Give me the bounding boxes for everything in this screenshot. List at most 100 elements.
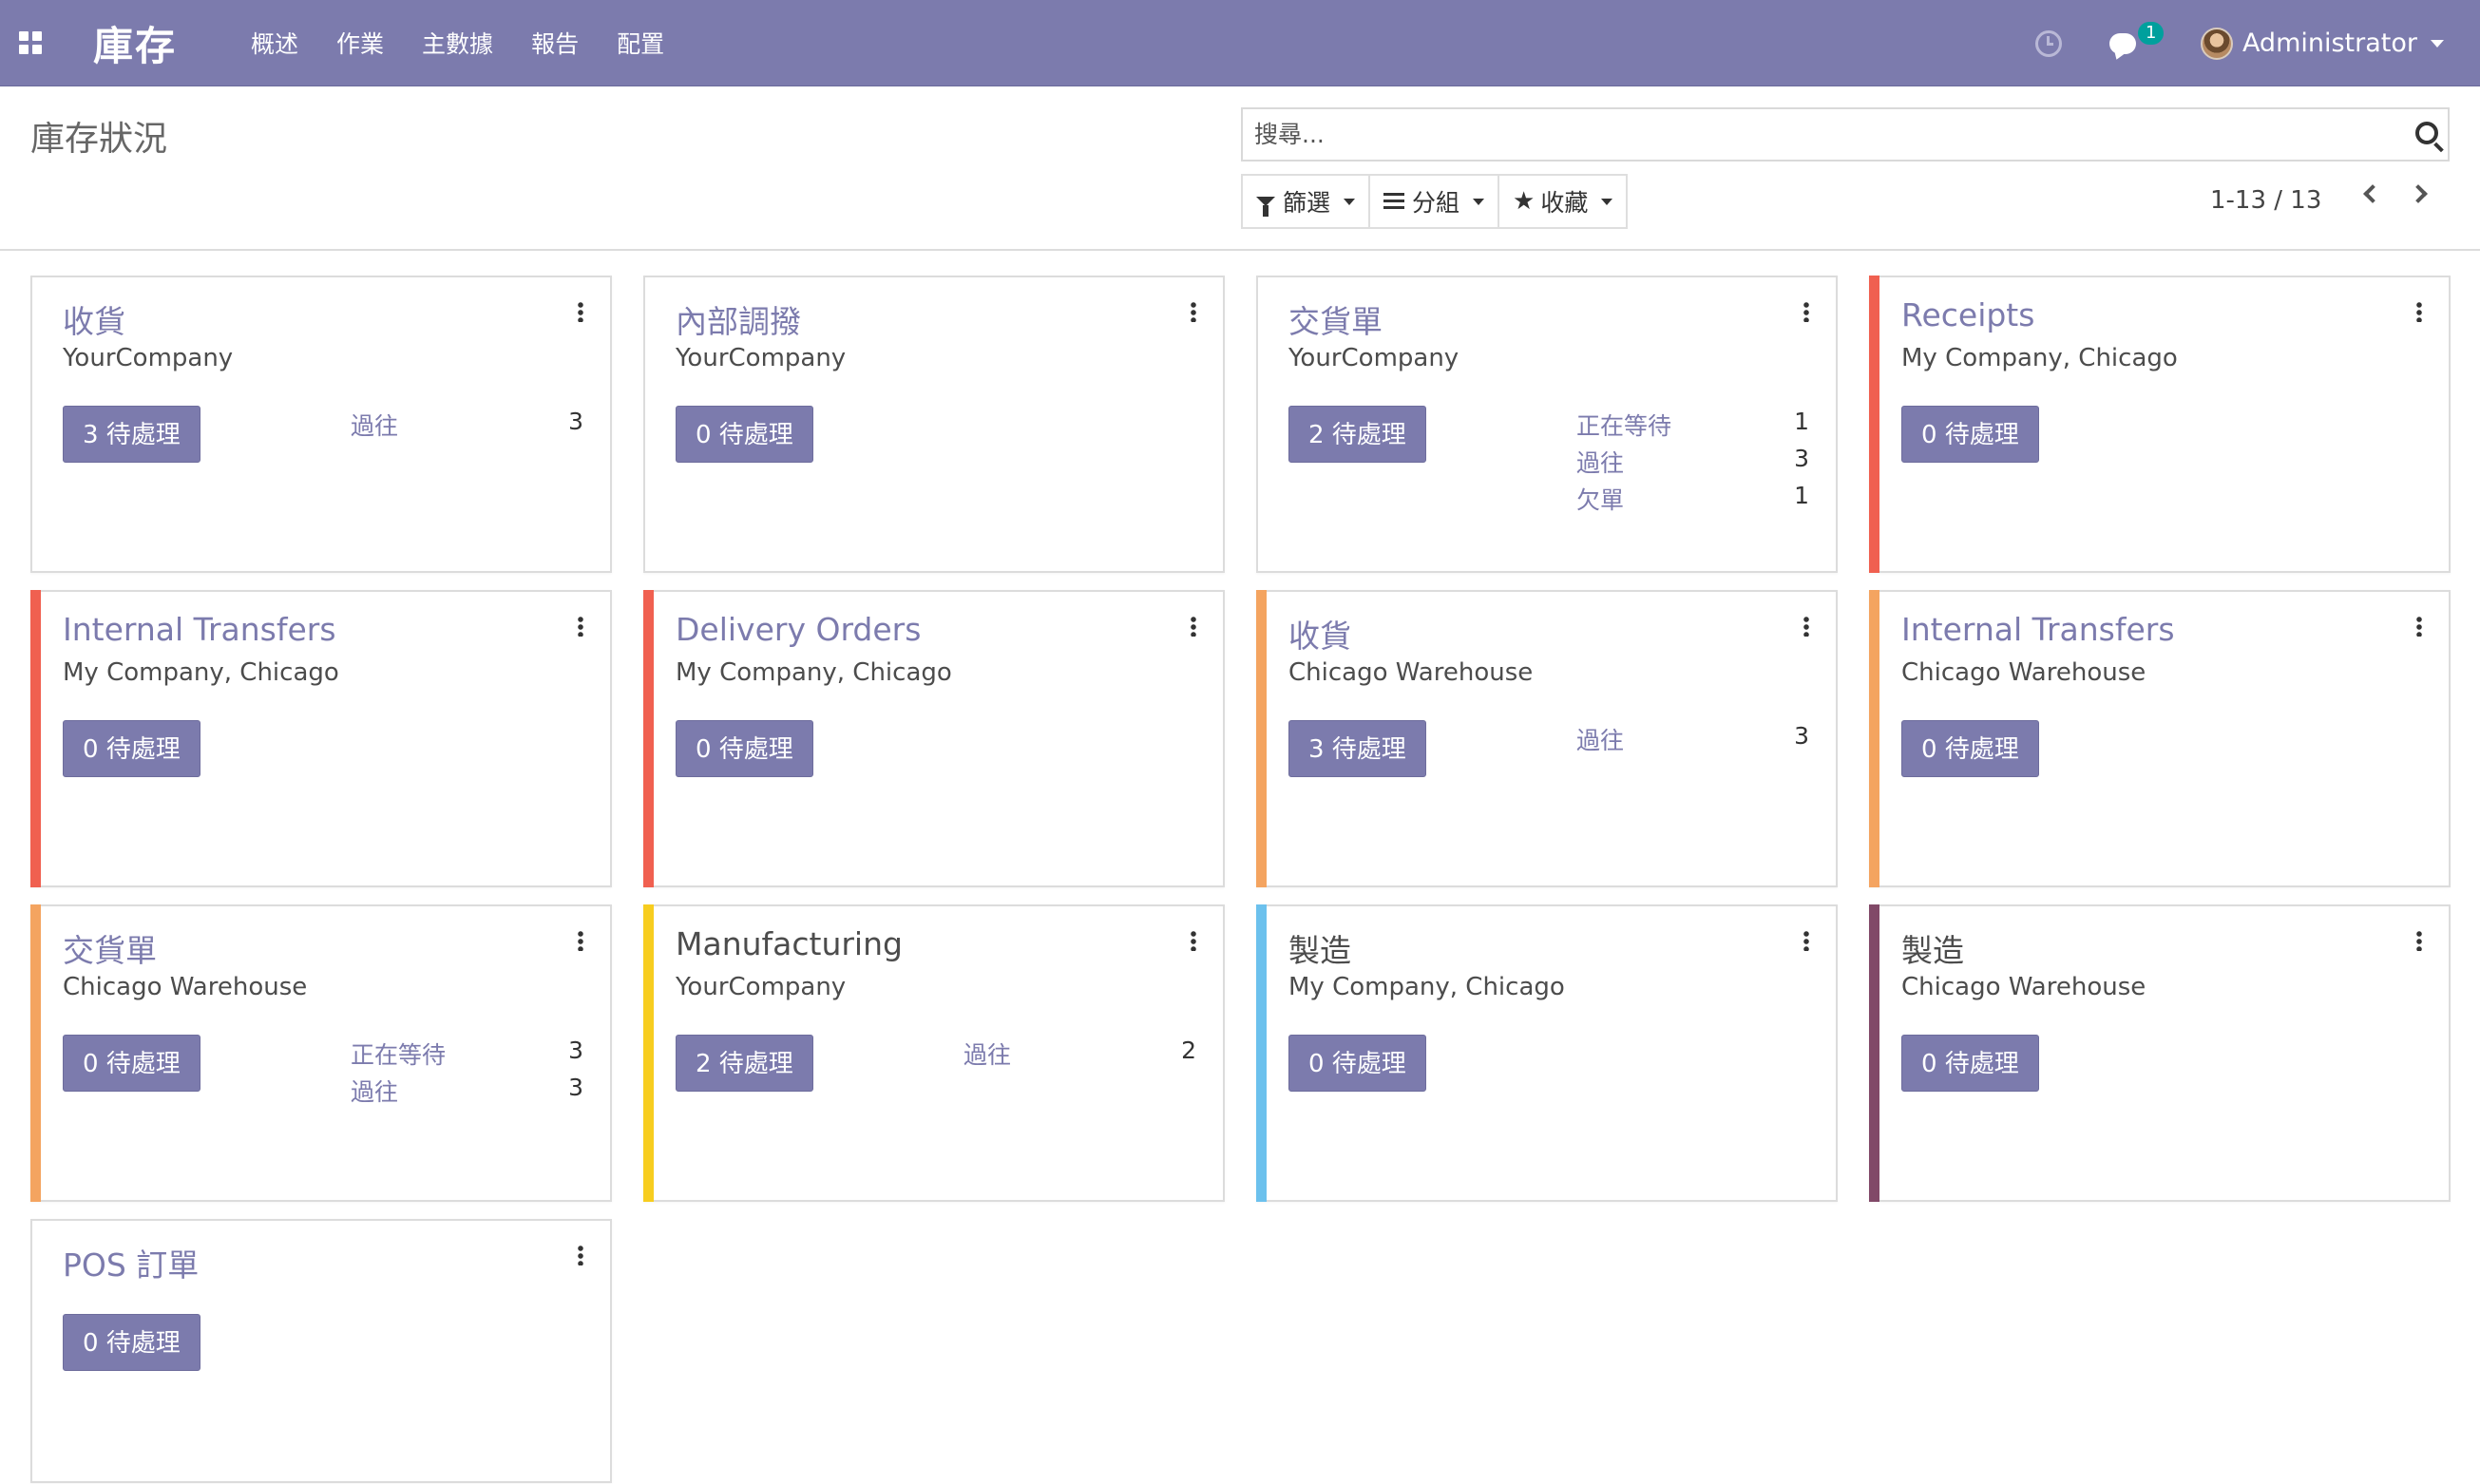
to-process-button[interactable]: 0 待處理 — [1901, 406, 2039, 463]
kebab-menu-icon[interactable] — [1191, 301, 1196, 322]
menu-reporting[interactable]: 報告 — [531, 26, 579, 60]
chevron-left-icon[interactable] — [2363, 184, 2382, 203]
card-title[interactable]: 製造 — [1288, 925, 1351, 971]
filter-button[interactable]: 篩選 — [1241, 174, 1371, 229]
card-title[interactable]: 收貨 — [63, 296, 125, 342]
operation-type-card[interactable]: 收貨 YourCompany 3 待處理 過往 3 — [30, 276, 612, 573]
menu-configuration[interactable]: 配置 — [617, 26, 664, 60]
operation-type-card[interactable]: 內部調撥 YourCompany 0 待處理 — [643, 276, 1225, 573]
stat-row[interactable]: 正在等待 3 — [351, 1037, 583, 1071]
menu-master-data[interactable]: 主數據 — [422, 26, 493, 60]
search-icon[interactable] — [2415, 122, 2438, 144]
to-process-button[interactable]: 0 待處理 — [1901, 720, 2039, 777]
stat-label[interactable]: 過往 — [351, 408, 398, 442]
to-process-button[interactable]: 3 待處理 — [1288, 720, 1426, 777]
group-by-button[interactable]: 分組 — [1368, 174, 1500, 229]
to-process-button[interactable]: 0 待處理 — [63, 1035, 200, 1092]
kebab-menu-icon[interactable] — [1191, 616, 1196, 637]
card-subtitle: Chicago Warehouse — [1901, 658, 2146, 687]
apps-menu-button[interactable] — [2, 0, 59, 86]
stat-row[interactable]: 過往 3 — [351, 408, 583, 442]
card-title[interactable]: 交貨單 — [1288, 296, 1383, 342]
card-subtitle: My Company, Chicago — [676, 658, 952, 687]
chevron-right-icon[interactable] — [2409, 184, 2428, 203]
kebab-menu-icon[interactable] — [1803, 301, 1809, 322]
stat-label[interactable]: 過往 — [351, 1074, 398, 1108]
to-process-button[interactable]: 2 待處理 — [1288, 406, 1426, 463]
user-name[interactable]: Administrator — [2242, 29, 2417, 58]
kebab-menu-icon[interactable] — [578, 301, 583, 322]
search-input[interactable] — [1243, 109, 2383, 160]
operation-type-card[interactable]: 交貨單 Chicago Warehouse 0 待處理 正在等待 3 過往 3 — [30, 904, 612, 1202]
to-process-button[interactable]: 0 待處理 — [1901, 1035, 2039, 1092]
stat-label[interactable]: 欠單 — [1576, 482, 1624, 516]
card-subtitle: My Company, Chicago — [1288, 973, 1565, 1001]
operation-type-card[interactable]: 交貨單 YourCompany 2 待處理 正在等待 1 過往 3 欠單 1 — [1256, 276, 1838, 573]
card-subtitle: My Company, Chicago — [1901, 344, 2178, 372]
card-title[interactable]: Internal Transfers — [1901, 611, 2175, 648]
menu-overview[interactable]: 概述 — [251, 26, 298, 60]
to-process-button[interactable]: 3 待處理 — [63, 406, 200, 463]
operation-type-card[interactable]: Internal Transfers Chicago Warehouse 0 待處理 — [1869, 590, 2451, 887]
card-title[interactable]: Receipts — [1901, 296, 2034, 333]
operation-type-card[interactable]: POS 訂單 0 待處理 — [30, 1219, 612, 1483]
card-title[interactable]: POS 訂單 — [63, 1240, 199, 1285]
stat-row[interactable]: 過往 3 — [1576, 445, 1809, 479]
operation-type-card[interactable]: Delivery Orders My Company, Chicago 0 待處理 — [643, 590, 1225, 887]
stat-row[interactable]: 正在等待 1 — [1576, 408, 1809, 442]
stat-label[interactable]: 過往 — [1576, 722, 1624, 756]
stat-row[interactable]: 欠單 1 — [1576, 482, 1809, 516]
card-subtitle: Chicago Warehouse — [1901, 973, 2146, 1001]
color-stripe — [1869, 590, 1879, 887]
card-title[interactable]: 內部調撥 — [676, 296, 801, 342]
group-by-label: 分組 — [1412, 189, 1460, 217]
card-title[interactable]: Manufacturing — [676, 925, 903, 962]
to-process-button[interactable]: 0 待處理 — [676, 720, 813, 777]
kebab-menu-icon[interactable] — [1803, 930, 1809, 951]
favorites-button[interactable]: ★ 收藏 — [1498, 174, 1629, 229]
chevron-down-icon — [1473, 198, 1485, 205]
operation-type-card[interactable]: 製造 Chicago Warehouse 0 待處理 — [1869, 904, 2451, 1202]
stat-row[interactable]: 過往 3 — [1576, 722, 1809, 756]
bars-icon — [1383, 193, 1405, 210]
to-process-button[interactable]: 0 待處理 — [676, 406, 813, 463]
card-title[interactable]: 交貨單 — [63, 925, 157, 971]
stat-label[interactable]: 過往 — [1576, 445, 1624, 479]
card-title[interactable]: 收貨 — [1288, 611, 1351, 656]
kebab-menu-icon[interactable] — [1803, 616, 1809, 637]
stat-label[interactable]: 過往 — [963, 1037, 1011, 1071]
card-title[interactable]: Delivery Orders — [676, 611, 921, 648]
stat-label[interactable]: 正在等待 — [1576, 408, 1671, 442]
to-process-button[interactable]: 0 待處理 — [63, 720, 200, 777]
operation-type-card[interactable]: Receipts My Company, Chicago 0 待處理 — [1869, 276, 2451, 573]
apps-grid-icon — [19, 31, 42, 54]
operation-type-card[interactable]: 製造 My Company, Chicago 0 待處理 — [1256, 904, 1838, 1202]
chevron-down-icon[interactable] — [2431, 39, 2444, 48]
to-process-button[interactable]: 2 待處理 — [676, 1035, 813, 1092]
kebab-menu-icon[interactable] — [578, 1245, 583, 1265]
operation-type-card[interactable]: 收貨 Chicago Warehouse 3 待處理 過往 3 — [1256, 590, 1838, 887]
stat-label[interactable]: 正在等待 — [351, 1037, 446, 1071]
user-avatar[interactable] — [2200, 27, 2233, 60]
operation-type-card[interactable]: Internal Transfers My Company, Chicago 0 待… — [30, 590, 612, 887]
chevron-down-icon — [1344, 198, 1356, 205]
kebab-menu-icon[interactable] — [578, 930, 583, 951]
stat-row[interactable]: 過往 3 — [351, 1074, 583, 1108]
messaging-button[interactable]: 1 — [2108, 21, 2165, 58]
menu-operations[interactable]: 作業 — [336, 26, 384, 60]
kebab-menu-icon[interactable] — [578, 616, 583, 637]
kebab-menu-icon[interactable] — [2416, 616, 2422, 637]
to-process-button[interactable]: 0 待處理 — [63, 1314, 200, 1371]
pager-value[interactable]: 1-13 / 13 — [2210, 186, 2321, 215]
to-process-button[interactable]: 0 待處理 — [1288, 1035, 1426, 1092]
card-title[interactable]: 製造 — [1901, 925, 1964, 971]
activity-clock-icon[interactable] — [2034, 29, 2062, 57]
stat-row[interactable]: 過往 2 — [963, 1037, 1196, 1071]
operation-type-card[interactable]: Manufacturing YourCompany 2 待處理 過往 2 — [643, 904, 1225, 1202]
kebab-menu-icon[interactable] — [1191, 930, 1196, 951]
kebab-menu-icon[interactable] — [2416, 930, 2422, 951]
kebab-menu-icon[interactable] — [2416, 301, 2422, 322]
stat-count: 1 — [1794, 408, 1809, 435]
card-title[interactable]: Internal Transfers — [63, 611, 336, 648]
filter-funnel-icon — [1256, 197, 1275, 217]
